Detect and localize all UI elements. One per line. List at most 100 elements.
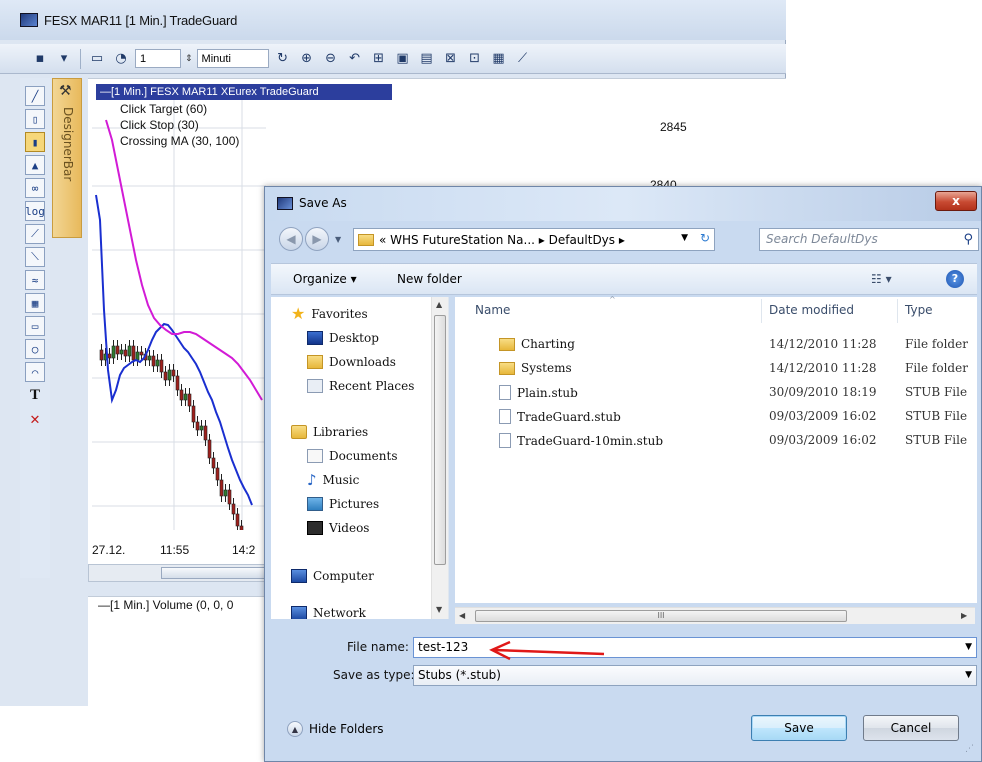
interval-spin-icon[interactable]: ⇕	[185, 54, 193, 64]
save-as-type-select[interactable]: Stubs (*.stub) ▼	[413, 665, 977, 686]
nav-pane-scrollbar[interactable]: ▲ ▼	[431, 297, 448, 619]
help-icon[interactable]: ?	[946, 270, 964, 288]
template-icon[interactable]: ⊡	[465, 49, 485, 69]
save-button[interactable]: Save	[751, 715, 847, 741]
candle-tool-icon[interactable]: ▮	[25, 132, 45, 152]
nav-pictures[interactable]: Pictures	[307, 497, 379, 511]
column-header-date[interactable]: Date modified	[769, 303, 854, 317]
file-row[interactable]: Systems 14/12/2010 11:28 File folder	[455, 357, 975, 379]
designer-bar[interactable]: ⚒ DesignerBar	[52, 78, 82, 238]
nav-network[interactable]: Network	[291, 606, 366, 619]
open-folder-icon[interactable]: ▾	[54, 49, 74, 69]
study-tool-2-icon[interactable]: ⟍	[25, 247, 45, 267]
scroll-left-icon[interactable]: ◀	[459, 611, 465, 620]
scrollbar-thumb[interactable]	[434, 315, 446, 565]
column-header-name[interactable]: Name	[475, 303, 510, 317]
text-tool-icon[interactable]: T	[25, 385, 45, 405]
search-input[interactable]: Search DefaultDys ⚲	[759, 228, 979, 251]
properties-icon[interactable]: ▣	[393, 49, 413, 69]
resize-grip-icon[interactable]: ⋰	[965, 744, 974, 754]
file-list-horizontal-scrollbar[interactable]: ◀ III ▶	[455, 607, 975, 624]
zoom-out-icon[interactable]: ⊖	[321, 49, 341, 69]
refresh-icon[interactable]: ↻	[700, 231, 710, 245]
hide-folders-button[interactable]: ▲ Hide Folders	[287, 721, 384, 737]
interval-value-field[interactable]: 1	[135, 49, 181, 68]
chart-type-icon[interactable]: ▭	[87, 49, 107, 69]
clock-icon[interactable]: ◔	[111, 49, 131, 69]
nav-desktop[interactable]: Desktop	[307, 331, 379, 345]
file-row[interactable]: TradeGuard-10min.stub 09/03/2009 16:02 S…	[455, 429, 975, 451]
forward-button[interactable]: ▶	[305, 227, 329, 251]
file-row[interactable]: Charting 14/12/2010 11:28 File folder	[455, 333, 975, 355]
chart-legend-title[interactable]: —[1 Min.] FESX MAR11 XEurex TradeGuard	[96, 84, 392, 100]
refresh-icon[interactable]: ↻	[273, 49, 293, 69]
dialog-titlebar[interactable]: Save As x	[265, 187, 981, 221]
study-tool-3-icon[interactable]: ≈	[25, 270, 45, 290]
back-button[interactable]: ◀	[279, 227, 303, 251]
bar-tool-icon[interactable]: ▯	[25, 109, 45, 129]
arc-tool-icon[interactable]: ⌒	[25, 362, 45, 382]
candle-body	[199, 425, 204, 431]
candle-body	[179, 389, 184, 401]
line-tool-icon[interactable]: ╱	[25, 86, 45, 106]
column-header-type[interactable]: Type	[905, 303, 933, 317]
compare-tool-icon[interactable]: ∞	[25, 178, 45, 198]
log-scale-icon[interactable]: log	[25, 201, 45, 221]
file-row[interactable]: TradeGuard.stub 09/03/2009 16:02 STUB Fi…	[455, 405, 975, 427]
toolbar-separator	[80, 48, 81, 69]
close-button[interactable]: x	[935, 191, 977, 211]
indicator-crossing-ma[interactable]: Crossing MA (30, 100)	[120, 134, 239, 148]
line-chart-icon[interactable]: ⟋	[513, 49, 533, 69]
undo-zoom-icon[interactable]: ↶	[345, 49, 365, 69]
search-icon[interactable]: ⚲	[963, 229, 973, 250]
organize-button[interactable]: Organize ▾	[293, 272, 357, 286]
nav-music[interactable]: ♪ Music	[307, 473, 359, 488]
file-name: Plain.stub	[517, 385, 578, 400]
nav-libraries[interactable]: Libraries	[291, 425, 368, 439]
indicator-click-stop[interactable]: Click Stop (30)	[120, 118, 199, 132]
breadcrumb[interactable]: « WHS FutureStation Na... ▸ DefaultDys ▸	[379, 233, 625, 247]
indicator-tool-icon[interactable]: ▲	[25, 155, 45, 175]
save-icon[interactable]: ▪	[30, 49, 50, 69]
nav-computer[interactable]: Computer	[291, 569, 374, 583]
star-icon: ★	[291, 304, 306, 323]
indicator-click-target[interactable]: Click Target (60)	[120, 102, 207, 116]
chevron-down-icon[interactable]: ▼	[965, 638, 972, 657]
address-bar[interactable]: « WHS FutureStation Na... ▸ DefaultDys ▸…	[353, 228, 715, 251]
indicator-icon[interactable]: ▤	[417, 49, 437, 69]
recent-locations-dropdown[interactable]: ▼	[335, 235, 341, 244]
search-placeholder: Search DefaultDys	[766, 232, 878, 246]
candle-body	[227, 489, 232, 505]
rectangle-tool-icon[interactable]: ▭	[25, 316, 45, 336]
column-divider[interactable]	[761, 299, 762, 323]
new-folder-button[interactable]: New folder	[397, 272, 462, 286]
scroll-right-icon[interactable]: ▶	[961, 611, 967, 620]
column-divider[interactable]	[897, 299, 898, 323]
export-icon[interactable]: ▦	[489, 49, 509, 69]
views-button[interactable]: ☷ ▾	[871, 272, 892, 286]
nav-favorites[interactable]: ★ Favorites	[291, 304, 368, 323]
chevron-down-icon[interactable]: ▼	[965, 666, 972, 685]
nav-documents[interactable]: Documents	[307, 449, 397, 463]
volume-legend[interactable]: —[1 Min.] Volume (0, 0, 0	[98, 598, 233, 612]
zoom-in-icon[interactable]: ⊕	[297, 49, 317, 69]
scroll-down-icon[interactable]: ▼	[436, 605, 442, 614]
study-tool-1-icon[interactable]: ⟋	[25, 224, 45, 244]
chart-horizontal-scrollbar[interactable]	[88, 564, 271, 582]
scrollbar-thumb[interactable]: III	[475, 610, 847, 622]
scrollbar-thumb[interactable]	[161, 567, 271, 579]
candle-body	[131, 345, 136, 361]
fit-chart-icon[interactable]: ⊞	[369, 49, 389, 69]
interval-unit-select[interactable]: Minuti	[196, 49, 269, 68]
study-tool-4-icon[interactable]: ▦	[25, 293, 45, 313]
file-row[interactable]: Plain.stub 30/09/2010 18:19 STUB File	[455, 381, 975, 403]
nav-videos[interactable]: Videos	[307, 521, 369, 535]
nav-recent-places[interactable]: Recent Places	[307, 379, 414, 393]
nav-downloads[interactable]: Downloads	[307, 355, 396, 369]
grid-icon[interactable]: ⊠	[441, 49, 461, 69]
ellipse-tool-icon[interactable]: ○	[25, 339, 45, 359]
cancel-button[interactable]: Cancel	[863, 715, 959, 741]
delete-tool-icon[interactable]: ✕	[25, 408, 45, 428]
chevron-down-icon[interactable]: ▼	[681, 233, 688, 243]
scroll-up-icon[interactable]: ▲	[436, 300, 442, 309]
